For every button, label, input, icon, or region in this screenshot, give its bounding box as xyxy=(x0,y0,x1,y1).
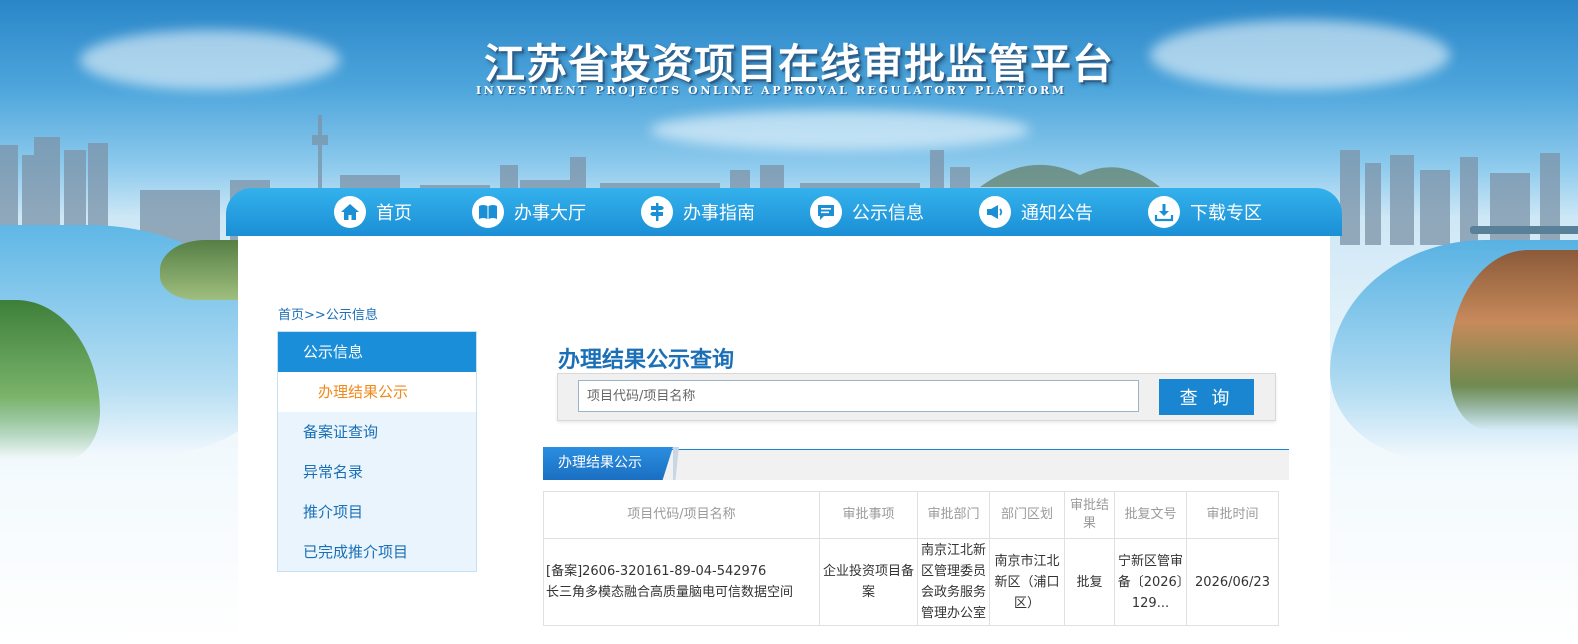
sidebar-item-abnormal-list[interactable]: 异常名录 xyxy=(278,452,476,492)
column-header-region: 部门区划 xyxy=(989,491,1065,539)
nav-item-guide[interactable]: 办事指南 xyxy=(641,188,755,236)
breadcrumb-home-link[interactable]: 首页 xyxy=(278,308,304,323)
column-header-date: 审批时间 xyxy=(1186,491,1279,539)
download-icon xyxy=(1148,196,1180,228)
nav-item-notices[interactable]: 通知公告 xyxy=(979,188,1093,236)
project-code-link[interactable]: [备案]2606-320161-89-04-542976 xyxy=(546,561,817,582)
cell-project: [备案]2606-320161-89-04-542976 长三角多模态融合高质量… xyxy=(543,538,820,626)
cell-result: 批复 xyxy=(1064,538,1115,626)
cell-date: 2026/06/23 xyxy=(1186,538,1279,626)
table-header-row: 项目代码/项目名称 审批事项 审批部门 部门区划 审批结果 批复文号 审批时间 xyxy=(543,491,1279,539)
results-tab-bar: 办理结果公示 xyxy=(543,447,1289,480)
site-title: 江苏省投资项目在线审批监管平台 xyxy=(484,40,1114,88)
cell-matter: 企业投资项目备案 xyxy=(819,538,918,626)
sidebar-item-recommended-projects[interactable]: 推介项目 xyxy=(278,492,476,532)
nav-item-downloads[interactable]: 下载专区 xyxy=(1148,188,1262,236)
nav-item-home[interactable]: 首页 xyxy=(334,188,412,236)
nav-label: 首页 xyxy=(376,203,412,224)
site-subtitle: INVESTMENT PROJECTS ONLINE APPROVAL REGU… xyxy=(476,84,1067,97)
column-header-project: 项目代码/项目名称 xyxy=(543,491,820,539)
breadcrumb: 首页>>公示信息 xyxy=(278,304,378,323)
project-name-link[interactable]: 长三角多模态融合高质量脑电可信数据空间 xyxy=(546,582,817,603)
cell-region: 南京市江北新区（浦口区） xyxy=(989,538,1065,626)
search-box: 查 询 xyxy=(557,373,1276,421)
sidebar-item-completed-recommended-projects[interactable]: 已完成推介项目 xyxy=(278,532,476,572)
table-row[interactable]: [备案]2606-320161-89-04-542976 长三角多模态融合高质量… xyxy=(543,538,1279,626)
nav-label: 办事大厅 xyxy=(514,203,586,224)
column-header-department: 审批部门 xyxy=(917,491,990,539)
sidebar-item-result-publicity[interactable]: 办理结果公示 xyxy=(278,372,476,412)
chat-list-icon xyxy=(810,196,842,228)
column-header-matter: 审批事项 xyxy=(819,491,918,539)
signpost-icon xyxy=(641,196,673,228)
column-header-result: 审批结果 xyxy=(1064,491,1115,539)
cell-department: 南京江北新区管理委员会政务服务管理办公室 xyxy=(917,538,990,626)
breadcrumb-current[interactable]: 公示信息 xyxy=(326,308,378,323)
search-input[interactable] xyxy=(578,380,1139,412)
sidebar-item-filing-certificate-query[interactable]: 备案证查询 xyxy=(278,412,476,452)
tab-divider xyxy=(673,447,679,480)
tab-result-publicity[interactable]: 办理结果公示 xyxy=(543,447,673,480)
sidebar-header-public-info[interactable]: 公示信息 xyxy=(278,332,476,372)
main-nav: 首页 办事大厅 办事指南 公示信息 通知公告 下载专区 xyxy=(226,188,1342,236)
megaphone-icon xyxy=(979,196,1011,228)
sidebar: 公示信息 办理结果公示 备案证查询 异常名录 推介项目 已完成推介项目 xyxy=(277,331,477,572)
search-button[interactable]: 查 询 xyxy=(1159,379,1254,415)
book-icon xyxy=(472,196,504,228)
breadcrumb-separator: >> xyxy=(304,308,326,323)
home-icon xyxy=(334,196,366,228)
nav-item-public-info[interactable]: 公示信息 xyxy=(810,188,924,236)
nav-label: 公示信息 xyxy=(852,203,924,224)
search-title: 办理结果公示查询 xyxy=(558,348,735,373)
column-header-doc-no: 批复文号 xyxy=(1114,491,1187,539)
results-table: 项目代码/项目名称 审批事项 审批部门 部门区划 审批结果 批复文号 审批时间 … xyxy=(543,491,1279,626)
nav-item-service-hall[interactable]: 办事大厅 xyxy=(472,188,586,236)
nav-label: 通知公告 xyxy=(1021,203,1093,224)
cell-doc-no: 宁新区管审备〔2026〕129... xyxy=(1114,538,1187,626)
nav-label: 下载专区 xyxy=(1190,203,1262,224)
nav-label: 办事指南 xyxy=(683,203,755,224)
